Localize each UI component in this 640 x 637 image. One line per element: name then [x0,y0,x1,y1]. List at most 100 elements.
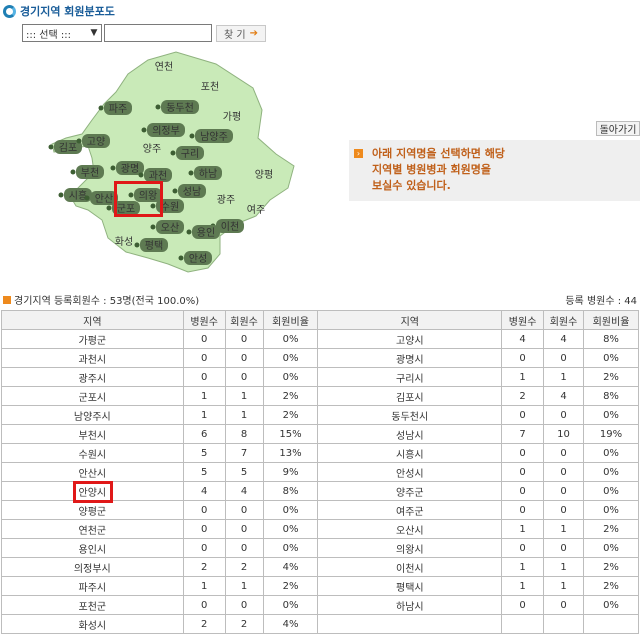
table-cell: 0% [583,443,639,463]
table-row: 광주시 0 0 0% 구리시 1 1 2% [1,367,639,387]
region-link[interactable]: 구리시 [317,367,503,387]
region-link[interactable]: 하남시 [317,595,503,615]
table-cell: 0 [224,367,264,387]
table-cell: 0 [182,329,226,349]
table-cell [543,614,585,634]
table-cell: 2 [224,557,264,577]
region-link[interactable]: 군포시 [1,386,184,406]
table-cell: 4 [224,481,264,501]
region-link[interactable]: 파주시 [1,576,184,596]
map-region-label: 하남 [199,167,217,180]
map-region-dot [76,138,82,144]
region-link[interactable]: 성남시 [317,424,503,444]
region-link[interactable]: 과천시 [1,348,184,368]
region-link[interactable]: 양주군 [317,481,503,501]
region-link[interactable]: 이천시 [317,557,503,577]
map-region-27[interactable]: 화성 [115,236,133,248]
table-cell: 5 [224,462,264,482]
table-cell: 0 [543,405,585,425]
map-region-label: 성남 [183,186,201,198]
region-link[interactable]: 여주군 [317,500,503,520]
table-cell: 0 [182,519,226,539]
table-cell: 0 [224,519,264,539]
summary-text: 경기지역 등록회원수 : 53명(전국 100.0%) [14,296,200,307]
map-region-11[interactable]: 부천 [70,165,105,179]
table-row: 군포시 1 1 2% 김포시 2 4 8% [1,386,639,406]
region-link[interactable]: 남양주시 [1,405,184,425]
info-line-3: 보실수 있습니다. [372,179,451,192]
table-cell: 1 [501,557,545,577]
region-link[interactable]: 용인시 [1,538,184,558]
map-region-dot [170,150,176,156]
region-link[interactable]: 포천군 [1,595,184,615]
map-region-label: 남양주 [200,131,228,143]
col-members-2: 회원수 [543,310,585,330]
gyeonggi-map: 연천 포천 파주 동두천 가평 의정부 남양주 김포 고양 양주 구리 부천 광명 하남 양평 과천 시흥 안산 의… [48,48,298,276]
table-cell: 0% [583,500,639,520]
table-cell: 0 [224,595,264,615]
table-cell: 0% [583,462,639,482]
region-link[interactable]: 평택시 [317,576,503,596]
region-link[interactable]: 가평군 [1,329,184,349]
region-link[interactable]: 김포시 [317,386,503,406]
region-link[interactable]: 안성시 [317,462,503,482]
info-box: › 아래 지역명을 선택하면 해당 지역별 병원병과 회원명을 보실수 있습니다… [349,140,640,201]
region-link[interactable]: 안산시 [1,462,184,482]
region-link[interactable]: 양평군 [1,500,184,520]
region-link[interactable]: 고양시 [317,329,503,349]
map-region-14[interactable]: 양평 [255,169,273,181]
map-region-20[interactable]: 광주 [217,194,235,206]
map-region-1[interactable]: 포천 [201,81,219,93]
table-cell: 0 [501,348,545,368]
table-cell: 4 [543,386,585,406]
table-cell: 8 [224,424,264,444]
map-region-dot [110,165,116,171]
table-cell: 2% [262,386,319,406]
map-region-label: 시흥 [69,189,87,202]
map-region-dot [155,104,161,110]
table-cell: 0 [501,538,545,558]
table-row: 포천군 0 0 0% 하남시 0 0 0% [1,595,639,615]
region-select[interactable]: ::: 선택 ::: ▼ [22,24,102,42]
region-link[interactable]: 의정부시 [1,557,184,577]
table-cell: 1 [543,557,585,577]
region-link[interactable]: 오산시 [317,519,503,539]
find-button[interactable]: 찾 기 ➔ [216,24,266,42]
search-input[interactable] [104,24,212,42]
map-region-4[interactable]: 가평 [223,111,241,123]
table-cell: 19% [583,424,639,444]
region-link[interactable]: 부천시 [1,424,184,444]
map-region-23[interactable]: 여주 [247,204,265,216]
region-link[interactable]: 동두천시 [317,405,503,425]
col-region-2: 지역 [317,310,503,330]
map-region-dot [150,224,156,230]
region-link[interactable]: 연천군 [1,519,184,539]
region-link[interactable]: 광주시 [1,367,184,387]
table-cell: 0% [583,348,639,368]
col-ratio-2: 회원비율 [583,310,639,330]
table-cell: 1 [501,519,545,539]
region-link[interactable]: 시흥시 [317,443,503,463]
region-link[interactable]: 화성시 [1,614,184,634]
map-region-label: 수원 [161,201,179,213]
map-region-9[interactable]: 양주 [143,143,161,155]
col-hospitals: 병원수 [182,310,226,330]
table-row: 양평군 0 0 0% 여주군 0 0 0% [1,500,639,520]
summary-bullet-icon [3,295,11,304]
table-cell: 2 [182,557,226,577]
map-region-dot [138,172,144,178]
table-row: 의정부시 2 2 4% 이천시 1 1 2% [1,557,639,577]
region-link[interactable]: 광명시 [317,348,503,368]
map-region-label: 안산 [95,193,113,205]
map-region-dot [48,144,54,150]
info-line-1: 아래 지역명을 선택하면 해당 [372,147,505,160]
map-region-label: 연천 [155,61,173,73]
table-cell: 2% [583,576,639,596]
back-button[interactable]: 돌아가기 [596,121,640,136]
map-region-0[interactable]: 연천 [155,61,173,73]
distribution-table: 지역 병원수 회원수 회원비율 지역 병원수 회원수 회원비율 가평군 0 0 0% 고… [1,310,639,634]
map-svg: 연천포천파주 동두천가평의정부남양주김포고양양주 구리부천 광명 하남 양평과천시흥 안산 의… [48,51,295,273]
region-link[interactable]: 의왕시 [317,538,503,558]
table-cell: 2% [583,557,639,577]
region-link[interactable]: 수원시 [1,443,184,463]
